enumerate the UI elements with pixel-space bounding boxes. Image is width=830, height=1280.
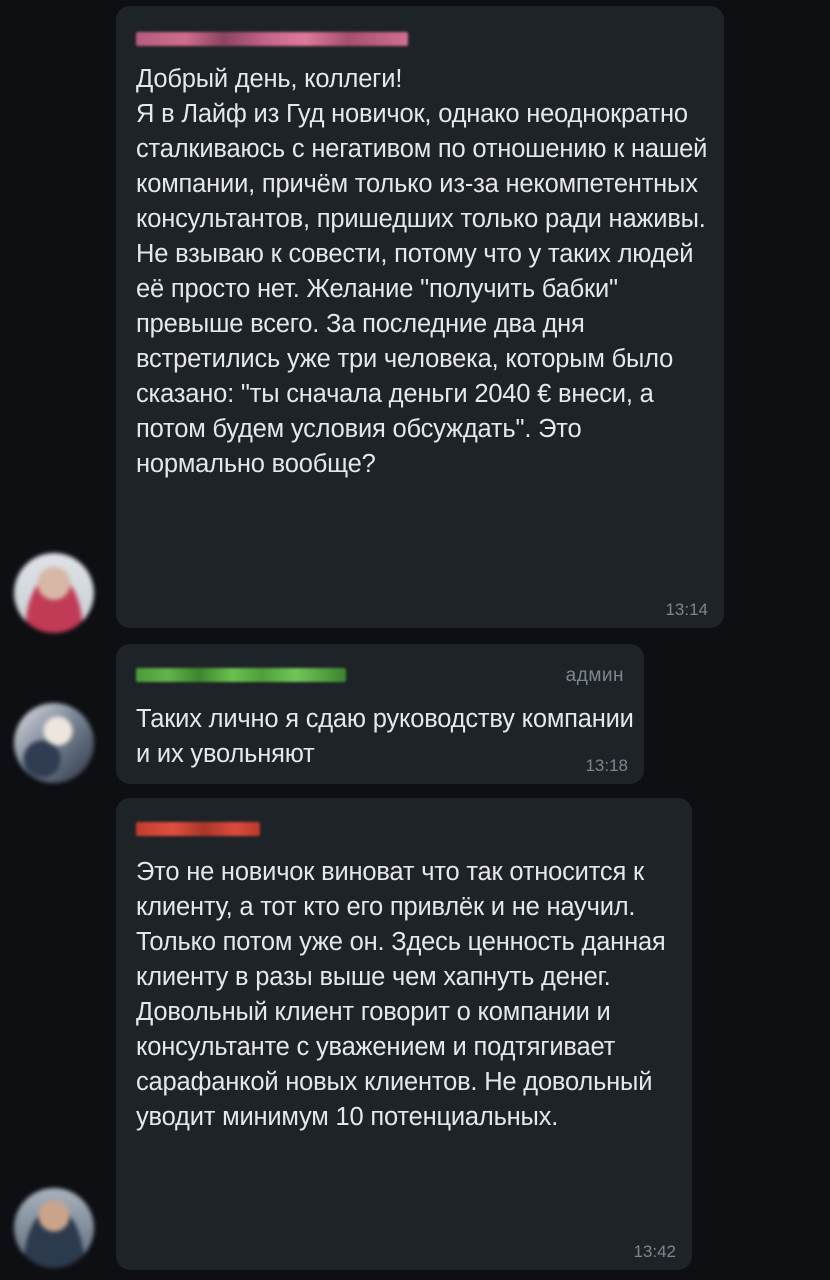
message-timestamp: 13:18 [585, 756, 628, 775]
sender-name-redacted[interactable] [136, 668, 346, 682]
admin-badge: админ [565, 665, 624, 686]
message-text: Это не новичок виноват что так относится… [136, 858, 666, 1131]
message-timestamp: 13:14 [665, 600, 708, 619]
avatar[interactable] [14, 553, 94, 633]
message-bubble[interactable]: Это не новичок виноват что так относится… [116, 798, 692, 1270]
avatar[interactable] [14, 703, 94, 783]
message-timestamp: 13:42 [633, 1242, 676, 1261]
sender-name-redacted[interactable] [136, 822, 260, 836]
message-bubble[interactable]: админ Таких лично я сдаю руководству ком… [116, 644, 644, 784]
sender-name-redacted[interactable] [136, 32, 408, 46]
message-bubble[interactable]: Добрый день, коллеги! Я в Лайф из Гуд но… [116, 6, 724, 628]
avatar[interactable] [14, 1188, 94, 1268]
message-text: Таких лично я сдаю руководству компании … [136, 705, 634, 768]
message-text: Добрый день, коллеги! Я в Лайф из Гуд но… [136, 65, 708, 478]
